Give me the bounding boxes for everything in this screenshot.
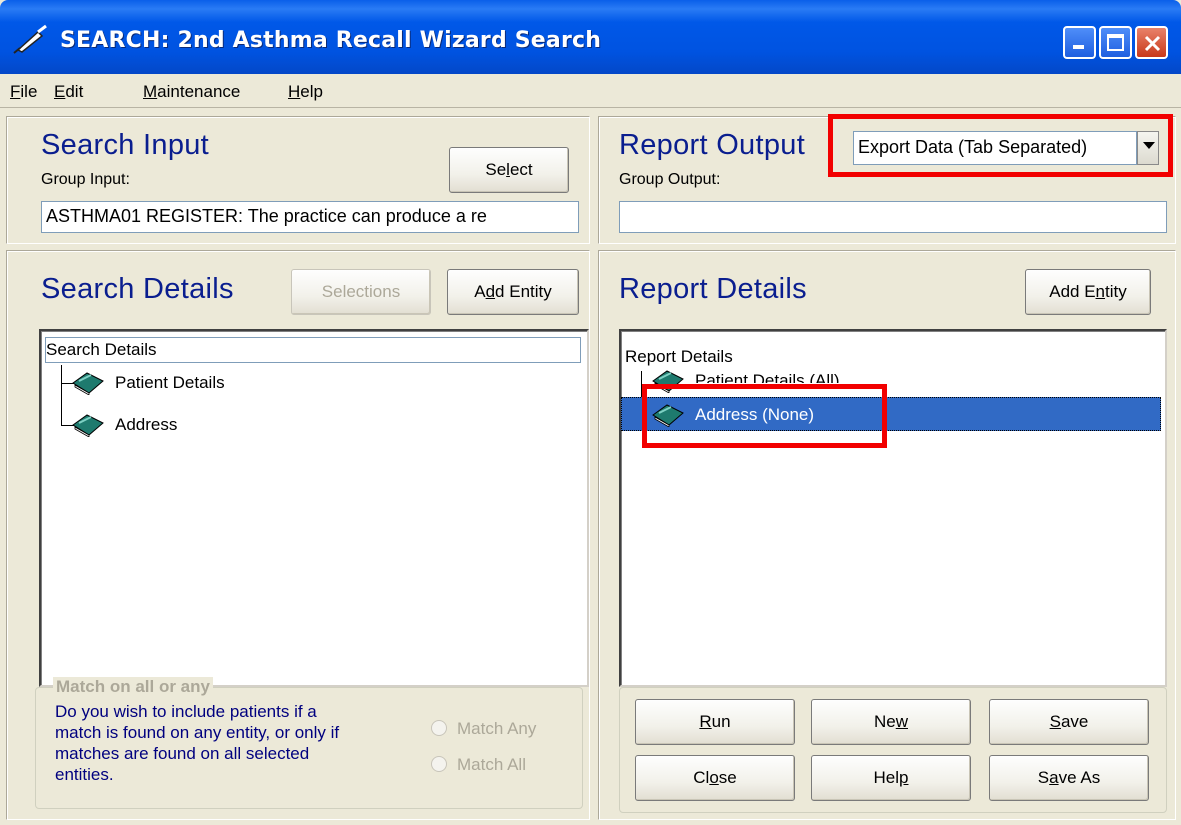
menu-edit-label: dit (65, 82, 84, 101)
match-description-line: Do you wish to include patients if a (55, 702, 317, 721)
run-button[interactable]: Run (635, 699, 795, 745)
add-entity-label-pre: A (474, 282, 486, 301)
close-icon (1144, 35, 1161, 52)
menu-edit-mnemonic: E (54, 82, 66, 101)
group-input-label: Group Input: (41, 171, 130, 188)
menu-file-label: ile (20, 82, 38, 101)
save-as-label-pre: S (1037, 768, 1050, 787)
group-output-label: Group Output: (619, 171, 721, 188)
menu-maintenance-mnemonic: M (143, 82, 158, 101)
book-icon (72, 414, 104, 437)
maximize-icon (1107, 34, 1124, 51)
save-button[interactable]: Save (989, 699, 1149, 745)
new-button[interactable]: Ne w (811, 699, 971, 745)
minimize-icon (1073, 45, 1084, 49)
tree-item-patient-details-all[interactable]: Patient Details (All) (695, 371, 840, 383)
match-description: Do you wish to include patients if a mat… (55, 701, 339, 785)
selections-button[interactable]: Selections (291, 269, 431, 315)
match-description-line: match is found on any entity, or only if (55, 723, 340, 742)
menu-bar: File Edit Maintenance Help (0, 74, 1181, 108)
search-details-panel: Search Details Selections Add Entity Sea… (6, 250, 590, 820)
save-label: ave (1060, 712, 1089, 731)
save-mnemonic: S (1049, 712, 1061, 731)
highlight-box-output-format (828, 114, 1173, 177)
menu-file-mnemonic: F (10, 82, 21, 101)
report-add-entity-label-pre: Add E (1049, 282, 1096, 301)
match-any-label: Match Any (457, 719, 537, 738)
radio-icon (431, 720, 447, 736)
save-as-mnemonic: a (1049, 768, 1059, 787)
match-description-line: matches are found on all selected (55, 744, 310, 763)
close-mnemonic: o (709, 768, 719, 787)
tree-root-row[interactable]: Search Details (45, 337, 581, 363)
menu-edit[interactable]: Edit (54, 82, 83, 102)
save-as-label-post: ve As (1058, 768, 1101, 787)
select-label-post: ect (509, 160, 533, 179)
close-label-post: se (718, 768, 737, 787)
menu-maintenance[interactable]: Maintenance (143, 82, 240, 102)
search-input-heading: Search Input (41, 129, 210, 161)
help-label: Hel (873, 768, 900, 787)
report-add-entity-label-mnemonic: n (1095, 282, 1106, 301)
close-window-button[interactable] (1135, 26, 1168, 59)
menu-help-label: elp (300, 82, 323, 101)
close-button[interactable]: Cl o se (635, 755, 795, 801)
run-mnemonic: R (699, 712, 712, 731)
menu-file[interactable]: File (10, 82, 37, 102)
search-details-heading: Search Details (41, 273, 234, 305)
report-add-entity-label-post: tity (1105, 282, 1127, 301)
match-description-line: entities. (55, 765, 114, 784)
menu-help-mnemonic: H (288, 82, 301, 101)
help-mnemonic: p (899, 768, 909, 787)
add-entity-label-mnemonic: d (485, 282, 496, 301)
group-input-field[interactable]: ASTHMA01 REGISTER: The practice can prod… (41, 201, 579, 233)
select-button[interactable]: Se l ect (449, 147, 569, 193)
report-details-tree[interactable]: Report Details Patient Details (All) Add… (619, 329, 1167, 687)
match-any-radio[interactable]: Match Any (431, 719, 536, 739)
add-entity-button[interactable]: Add Entity (447, 269, 579, 315)
tree-item-patient-details[interactable]: Patient Details (115, 373, 225, 393)
report-output-heading: Report Output (619, 129, 806, 161)
maximize-button[interactable] (1099, 26, 1132, 59)
group-output-field[interactable] (619, 201, 1167, 233)
search-input-panel: Search Input Group Input: Se l ect ASTHMA0… (6, 116, 590, 244)
close-label-pre: Cl (693, 768, 710, 787)
add-entity-label-post: d Entity (495, 282, 552, 301)
match-group-legend: Match on all or any (53, 677, 213, 697)
report-details-panel: Report Details Add En tity Report Details… (598, 250, 1176, 820)
minimize-button[interactable] (1063, 26, 1096, 59)
tree-root-label: Search Details (46, 340, 157, 359)
help-button[interactable]: Hel p (811, 755, 971, 801)
save-as-button[interactable]: Sa ve As (989, 755, 1149, 801)
title-bar[interactable]: SEARCH: 2nd Asthma Recall Wizard Search (0, 0, 1181, 74)
book-icon (72, 372, 104, 395)
menu-maintenance-label: aintenance (157, 82, 241, 101)
menu-help[interactable]: Help (288, 82, 323, 102)
run-label: un (711, 712, 731, 731)
match-all-label: Match All (457, 755, 526, 774)
select-label-pre: Se (485, 160, 507, 179)
highlight-box-address-none (642, 384, 887, 448)
new-label: Ne (873, 712, 896, 731)
window-title: SEARCH: 2nd Asthma Recall Wizard Search (60, 28, 602, 53)
report-add-entity-button[interactable]: Add En tity (1025, 269, 1151, 315)
syringe-icon (13, 24, 47, 54)
report-tree-root-label[interactable]: Report Details (625, 347, 733, 367)
radio-icon (431, 756, 447, 772)
search-details-tree[interactable]: Search Details Patient Details Address (39, 329, 589, 687)
tree-item-address[interactable]: Address (115, 415, 177, 435)
match-all-radio[interactable]: Match All (431, 755, 526, 775)
new-mnemonic: w (895, 712, 908, 731)
tree-connector (61, 365, 62, 425)
report-details-heading: Report Details (619, 273, 807, 305)
